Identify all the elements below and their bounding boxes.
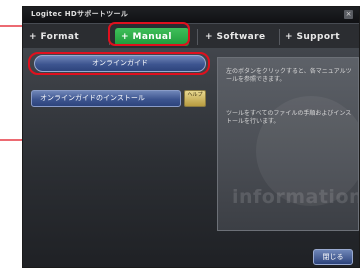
tab-divider (197, 29, 198, 45)
tab-software[interactable]: + Software (205, 28, 266, 46)
tab-bar: + Format + Manual + Software + Support (23, 24, 359, 48)
tab-divider (279, 29, 280, 45)
close-button[interactable]: 閉じる (313, 249, 353, 265)
online-guide-highlight (28, 52, 210, 75)
info-panel: 左のボタンをクリックすると、各マニュアルツールを参照できます。 ツールをすべての… (217, 57, 359, 231)
info-text-2: ツールをすべてのファイルの手順およびインストールを行います。 (226, 110, 352, 125)
help-icon[interactable]: ヘルプ (184, 90, 206, 107)
info-watermark: information (232, 186, 359, 208)
tab-support[interactable]: + Support (285, 28, 340, 46)
info-text-1: 左のボタンをクリックすると、各マニュアルツールを参照できます。 (226, 68, 352, 83)
manual-tab-highlight (108, 22, 190, 46)
support-tool-window: Logitec HDサポートツール × + Format + Manual + … (22, 6, 360, 268)
window-title: Logitec HDサポートツール (31, 10, 129, 18)
close-icon[interactable]: × (344, 10, 353, 19)
install-guide-button[interactable]: オンラインガイドのインストール (31, 90, 181, 107)
title-bar: Logitec HDサポートツール × (23, 7, 359, 23)
tab-format[interactable]: + Format (29, 28, 79, 46)
